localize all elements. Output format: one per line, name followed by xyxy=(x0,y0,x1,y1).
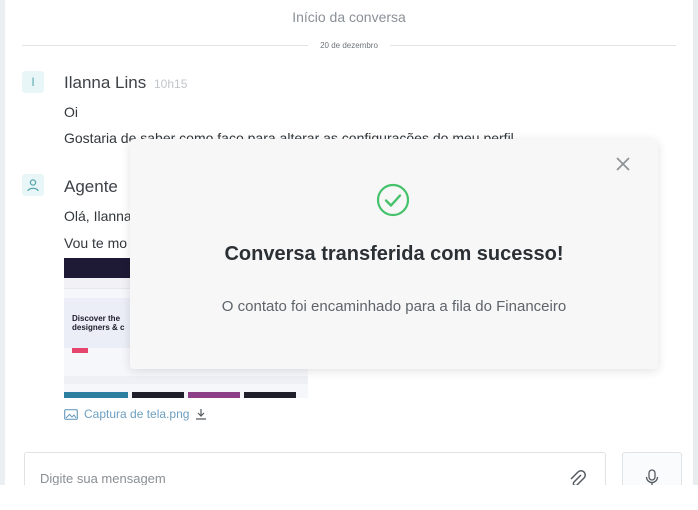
message-text: Oi xyxy=(64,104,78,120)
date-divider: 20 de dezembro xyxy=(308,39,390,52)
preview-thumb xyxy=(64,392,128,398)
preview-hero-text: Discover the designers & c xyxy=(72,314,125,332)
attachment-link[interactable]: Captura de tela.png xyxy=(64,407,207,421)
left-border xyxy=(0,0,5,485)
avatar-initial: I xyxy=(31,75,35,89)
message-text: Vou te mo xyxy=(64,235,128,251)
modal-title: Conversa transferida com sucesso! xyxy=(224,243,564,265)
check-circle-icon xyxy=(376,183,410,217)
image-icon xyxy=(64,408,78,420)
preview-thumb xyxy=(132,392,184,398)
scrollbar[interactable] xyxy=(693,0,698,485)
avatar: I xyxy=(22,71,44,93)
user-icon xyxy=(27,179,39,192)
preview-strip xyxy=(64,376,308,384)
message-author: Agente xyxy=(64,177,118,196)
download-icon[interactable] xyxy=(195,408,207,420)
modal-message: O contato foi encaminhado para a fila do… xyxy=(221,298,567,315)
bottom-crop xyxy=(0,485,698,510)
preview-cta xyxy=(72,348,88,353)
message-author: Ilanna Lins xyxy=(64,73,147,92)
agent-avatar xyxy=(22,174,44,196)
attachment-filename[interactable]: Captura de tela.png xyxy=(84,407,189,421)
close-icon[interactable] xyxy=(614,155,632,173)
preview-thumb xyxy=(188,392,240,398)
message-text: Olá, Ilanna xyxy=(64,208,132,224)
transfer-success-modal: Conversa transferida com sucesso! O cont… xyxy=(130,139,658,369)
conversation-start-label: Início da conversa xyxy=(292,9,406,25)
message-input-placeholder: Digite sua mensagem xyxy=(40,471,166,486)
message-time: 10h15 xyxy=(154,77,188,91)
preview-topbar xyxy=(64,258,130,278)
preview-thumb xyxy=(244,392,296,398)
